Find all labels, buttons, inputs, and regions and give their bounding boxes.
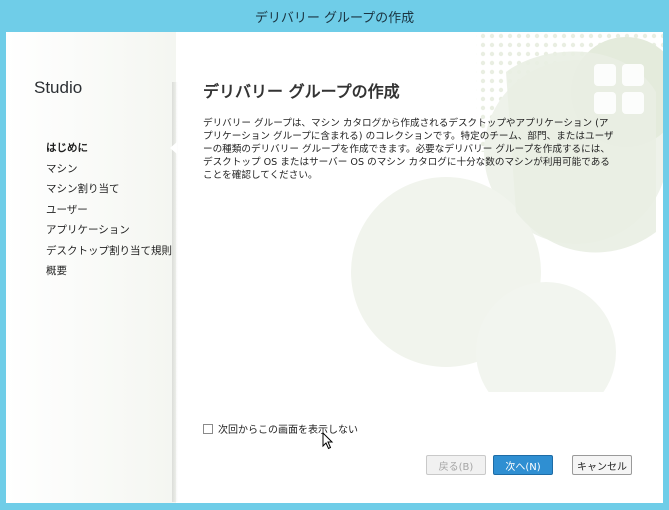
do-not-show-again-label[interactable]: 次回からこの画面を表示しない [218, 421, 358, 436]
step-desktop-assignment-rules[interactable]: デスクトップ割り当て規則 [46, 241, 172, 262]
wizard-client-area: Studio はじめに マシン マシン割り当て ユーザー アプリケーション デス… [6, 32, 663, 503]
wizard-steps-list: はじめに マシン マシン割り当て ユーザー アプリケーション デスクトップ割り当… [46, 138, 172, 282]
step-users[interactable]: ユーザー [46, 200, 172, 221]
back-button[interactable]: 戻る(B) [426, 455, 486, 475]
window-bottom-border [0, 503, 669, 510]
do-not-show-again-checkbox[interactable] [203, 423, 213, 434]
mouse-pointer-icon [322, 432, 334, 450]
step-machine-allocation[interactable]: マシン割り当て [46, 179, 172, 200]
studio-brand-label: Studio [34, 78, 83, 97]
wizard-window: デリバリー グループの作成 Studio はじめに マシン マシン割り当て ユー… [0, 0, 669, 510]
step-applications[interactable]: アプリケーション [46, 220, 172, 241]
step-introduction[interactable]: はじめに [46, 138, 172, 159]
wizard-sidebar: Studio はじめに マシン マシン割り当て ユーザー アプリケーション デス… [6, 32, 176, 503]
title-bar: デリバリー グループの作成 [0, 0, 669, 32]
active-step-caret-icon [170, 142, 177, 154]
step-summary[interactable]: 概要 [46, 261, 172, 282]
do-not-show-again-row[interactable]: 次回からこの画面を表示しない [203, 421, 358, 436]
page-title: デリバリー グループの作成 [203, 82, 400, 101]
step-machines[interactable]: マシン [46, 159, 172, 180]
next-button[interactable]: 次へ(N) [493, 455, 553, 475]
cancel-button[interactable]: キャンセル [572, 455, 632, 475]
page-description: デリバリー グループは、マシン カタログから作成されるデスクトップやアプリケーシ… [203, 118, 614, 181]
window-title: デリバリー グループの作成 [254, 10, 415, 26]
